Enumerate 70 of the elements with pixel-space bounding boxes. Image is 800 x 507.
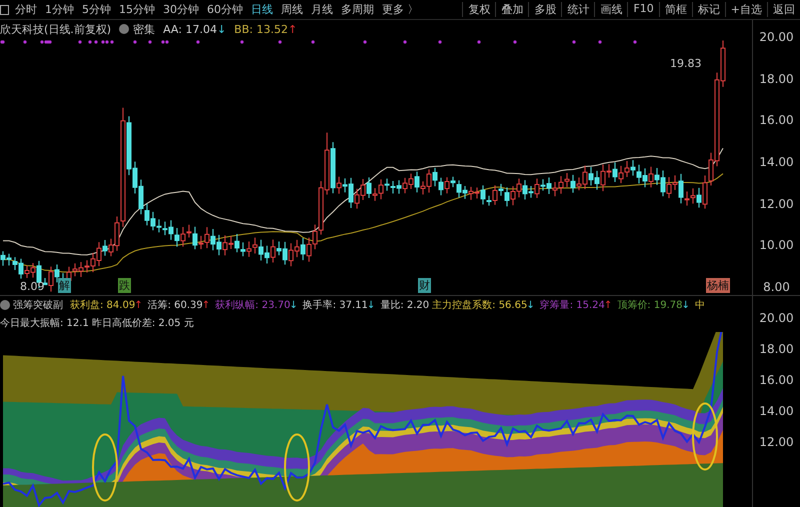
event-marker: 财 (418, 278, 431, 293)
trend-arrow: ↑ (604, 300, 612, 310)
stat-text: 今日最大振幅: 12.1 (0, 316, 89, 330)
legend-value: 活筹: 60.39 (148, 299, 203, 312)
legend-value: 中 (694, 298, 705, 312)
period-tab[interactable]: 更多 〉 (382, 2, 418, 17)
toolbar-button[interactable]: 标记 (692, 2, 725, 17)
axis-label: 20.00 (759, 30, 794, 44)
axis-label: 18.00 (759, 342, 794, 356)
toolbar-button[interactable]: 画线 (594, 2, 628, 17)
toolbar-button[interactable]: 多股 (528, 2, 562, 17)
period-tab[interactable]: 30分钟 (163, 2, 199, 17)
legend-value: 获利纵幅: 23.70 (215, 298, 290, 312)
legend-value: 穿筹量: 15.24 (540, 298, 605, 312)
period-tab[interactable]: 5分钟 (82, 2, 111, 17)
toolbar-button[interactable]: 返回 (767, 2, 800, 17)
period-tab[interactable]: 周线 (281, 2, 303, 17)
stat-text: 昨日高低价差: 2.05 元 (92, 316, 194, 330)
axis-label: 12.00 (759, 435, 794, 449)
period-tab[interactable]: 分时 (15, 2, 37, 17)
trend-arrow: ↓ (216, 22, 226, 36)
trend-arrow: ↑ (288, 22, 298, 36)
axis-label: 12.00 (759, 196, 794, 211)
period-tab[interactable]: 日线 (251, 2, 273, 17)
toolbar-button[interactable]: F10 (627, 2, 659, 17)
highlight-ellipse (92, 434, 118, 502)
legend-value: 获利盘: 84.09 (70, 298, 136, 312)
indicator-name: 密集 (133, 22, 156, 36)
axis-label: 8.00 (763, 280, 790, 294)
trend-arrow: ↑ (202, 300, 210, 310)
trend-arrow: ↓ (366, 300, 376, 310)
highlight-ellipse (284, 434, 310, 502)
chart-title: 欣天科技(日线.前复权) (0, 22, 112, 36)
trend-arrow: ↑ (134, 300, 143, 310)
event-marker: 解 (58, 278, 71, 293)
legend-value: BB: 13.52 (234, 22, 288, 36)
toolbar-button[interactable]: 复权 (462, 2, 496, 17)
period-tab[interactable]: 月线 (311, 2, 333, 17)
event-marker: 跌 (118, 278, 131, 293)
toolbar-button[interactable]: +自选 (724, 2, 767, 17)
indicator-name: 强筹突破副 (13, 298, 63, 312)
legend-value: 量比: 2.20 (380, 298, 430, 312)
dropdown-icon[interactable] (119, 24, 130, 34)
panel-toggle-icon[interactable] (0, 4, 9, 14)
axis-label: 14.00 (759, 155, 794, 170)
axis-label: 16.00 (759, 113, 794, 128)
legend-value: 顶筹价: 19.78 (617, 299, 682, 312)
axis-label: 14.00 (759, 404, 794, 418)
axis-label: 16.00 (759, 373, 794, 387)
legend-value: 主力控盘系数: 56.65 (432, 298, 528, 312)
event-marker: 杨楠 (706, 278, 730, 293)
trend-arrow: ↓ (289, 300, 298, 310)
period-tab[interactable]: 多周期 (341, 2, 374, 17)
trend-arrow: ↓ (526, 300, 535, 310)
toolbar-button[interactable]: 叠加 (495, 2, 528, 17)
axis-label: 18.00 (759, 72, 794, 86)
period-tab[interactable]: 1分钟 (45, 2, 74, 17)
axis-label: 10.00 (759, 238, 794, 252)
legend-value: AA: 17.04 (163, 22, 217, 36)
axis-label: 20.00 (759, 311, 794, 325)
dropdown-icon[interactable] (0, 300, 10, 310)
toolbar-button[interactable]: 简框 (658, 2, 692, 17)
toolbar-button[interactable]: 统计 (561, 2, 594, 17)
highlight-ellipse (692, 402, 718, 470)
period-tab[interactable]: 15分钟 (119, 2, 155, 17)
price-label: 8.09 (20, 280, 44, 293)
period-tab[interactable]: 60分钟 (207, 2, 243, 17)
price-label: 19.83 (670, 57, 702, 70)
trend-arrow: ↓ (681, 300, 690, 310)
legend-value: 换手率: 37.11 (302, 298, 368, 312)
